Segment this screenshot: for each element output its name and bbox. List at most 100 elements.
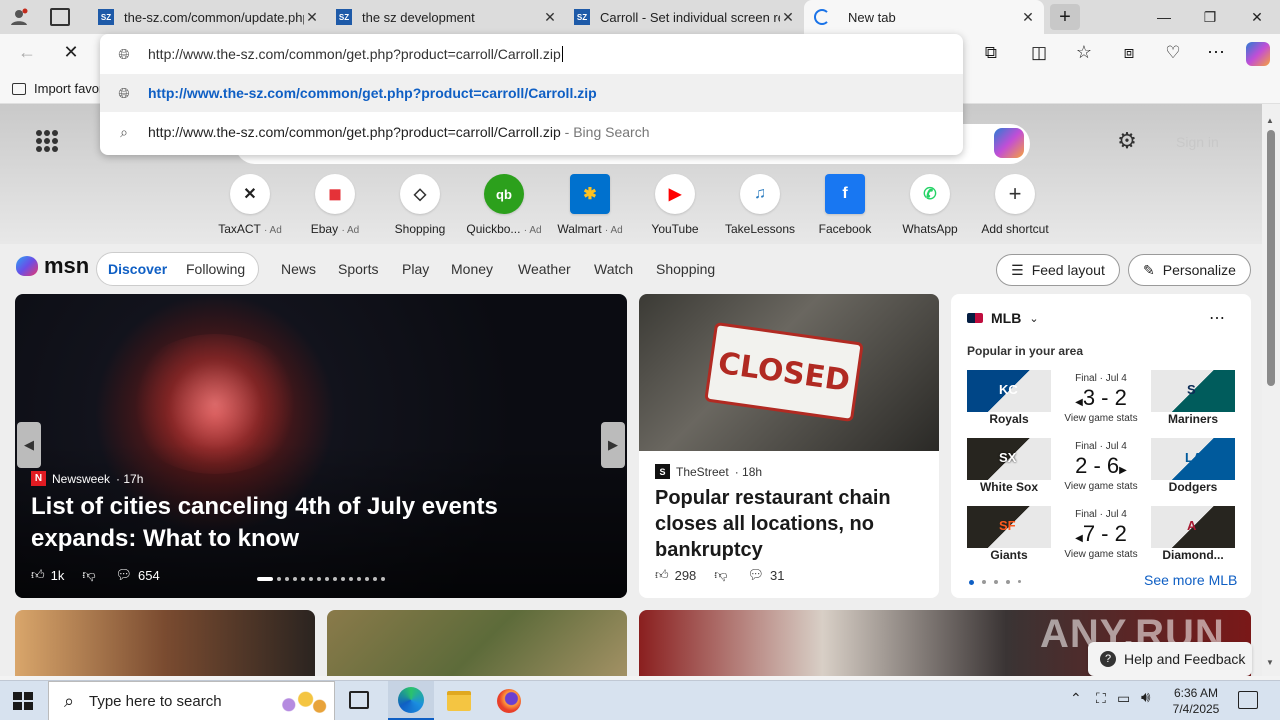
- like-icon[interactable]: 👍︎: [655, 567, 669, 583]
- split-screen-icon[interactable]: ◫: [1028, 43, 1050, 65]
- view-game-stats-link[interactable]: View game stats: [1051, 413, 1151, 424]
- tab-update-php[interactable]: SZ the-sz.com/common/update.php ✕: [88, 0, 328, 34]
- story-card[interactable]: CLOSED S TheStreet · 18h Popular restaur…: [639, 294, 939, 598]
- shortcut-shopping[interactable]: ◇ Shopping: [378, 174, 462, 236]
- show-hidden-icons[interactable]: ⌃: [1070, 690, 1082, 707]
- shortcut-whatsapp[interactable]: ✆ WhatsApp: [888, 174, 972, 236]
- suggestion-url-row[interactable]: 🌐︎ http://www.the-sz.com/common/get.php?…: [100, 74, 963, 112]
- see-more-mlb-link[interactable]: See more MLB: [1144, 572, 1237, 588]
- shortcut-facebook[interactable]: f Facebook: [803, 174, 887, 236]
- comment-icon[interactable]: 💬︎: [748, 567, 765, 583]
- nav-money[interactable]: Money: [451, 261, 493, 277]
- restore-button[interactable]: ❐: [1187, 0, 1233, 34]
- closed-sign: CLOSED: [704, 321, 864, 423]
- file-explorer-icon[interactable]: [447, 691, 471, 711]
- import-favorites-link[interactable]: Import favor: [12, 81, 103, 96]
- address-bar[interactable]: 🌐︎ http://www.the-sz.com/common/get.php?…: [100, 34, 963, 74]
- start-button[interactable]: [13, 692, 33, 710]
- game-row[interactable]: KC S Royals Mariners Final · Jul 4 ◀3 - …: [967, 370, 1235, 428]
- shortcut-takelessons[interactable]: ♫ TakeLessons: [718, 174, 802, 236]
- nav-play[interactable]: Play: [402, 261, 429, 277]
- taskbar-search[interactable]: ⌕ Type here to search: [48, 681, 335, 720]
- favorites-star-icon[interactable]: ☆: [1073, 42, 1095, 64]
- page-settings-gear-icon[interactable]: ⚙: [1114, 128, 1140, 154]
- home-team-name: Giants: [990, 548, 1028, 562]
- shortcut-walmart[interactable]: ✱ Walmart · Ad: [548, 174, 632, 236]
- profile-icon[interactable]: [6, 5, 32, 29]
- address-input[interactable]: http://www.the-sz.com/common/get.php?pro…: [148, 46, 563, 62]
- copilot-search-icon[interactable]: [994, 128, 1024, 158]
- story-title[interactable]: Popular restaurant chain closes all loca…: [655, 485, 915, 563]
- dislike-icon[interactable]: 👎︎: [714, 567, 727, 583]
- volume-icon[interactable]: 🔊︎: [1141, 689, 1150, 706]
- clock[interactable]: 6:36 AM 7/4/2025: [1168, 685, 1224, 717]
- settings-more-icon[interactable]: ⋯: [1205, 42, 1227, 64]
- nav-sports[interactable]: Sports: [338, 261, 378, 277]
- feed-layout-button[interactable]: ☰ Feed layout: [996, 254, 1120, 286]
- sign-in-link[interactable]: Sign in: [1176, 134, 1219, 150]
- minimize-button[interactable]: —: [1141, 0, 1187, 34]
- carousel-prev-button[interactable]: ◀: [17, 422, 41, 468]
- task-view-icon[interactable]: [349, 691, 369, 709]
- firefox-icon[interactable]: [497, 689, 521, 713]
- notifications-icon[interactable]: [1238, 691, 1258, 709]
- mlb-header[interactable]: MLB ⌄: [967, 310, 1039, 326]
- view-game-stats-link[interactable]: View game stats: [1051, 549, 1151, 560]
- tab-new-tab[interactable]: New tab ✕: [804, 0, 1044, 34]
- shortcut-taxact[interactable]: ✕ TaxACT · Ad: [208, 174, 292, 236]
- ad-label: · Ad: [264, 225, 282, 236]
- tab-carroll[interactable]: SZ Carroll - Set individual screen reso …: [564, 0, 804, 34]
- game-row[interactable]: SF A Giants Diamond... Final · Jul 4 ◀7 …: [967, 506, 1235, 564]
- nav-weather[interactable]: Weather: [518, 261, 571, 277]
- extensions-icon[interactable]: ⧉: [980, 43, 1002, 65]
- nav-following[interactable]: Following: [186, 261, 245, 277]
- close-tab-icon[interactable]: ✕: [1020, 9, 1036, 26]
- network-icon[interactable]: ▭: [1117, 690, 1130, 707]
- comment-icon[interactable]: 💬︎: [116, 567, 133, 583]
- edge-taskbar-icon[interactable]: [388, 681, 434, 720]
- nav-shopping[interactable]: Shopping: [656, 261, 715, 277]
- shortcut-ebay[interactable]: ◼ Ebay · Ad: [293, 174, 377, 236]
- tab-sz-development[interactable]: SZ the sz development ✕: [326, 0, 566, 34]
- close-tab-icon[interactable]: ✕: [780, 9, 796, 26]
- personalize-button[interactable]: ✎ Personalize: [1128, 254, 1251, 286]
- suggestion-search-row[interactable]: ⌕ http://www.the-sz.com/common/get.php?p…: [100, 112, 963, 152]
- page-scrollbar[interactable]: ▲ ▼: [1262, 104, 1280, 676]
- shortcut-quickbooks[interactable]: qb Quickbo... · Ad: [462, 174, 546, 236]
- like-icon[interactable]: 👍︎: [31, 567, 45, 583]
- more-options-icon[interactable]: ⋯: [1209, 308, 1225, 328]
- browser-essentials-icon[interactable]: ♡: [1162, 43, 1184, 65]
- scroll-down-icon[interactable]: ▼: [1266, 658, 1274, 667]
- new-tab-button[interactable]: +: [1050, 4, 1080, 30]
- help-feedback-button[interactable]: ? Help and Feedback: [1088, 642, 1252, 676]
- suggestion-url: http://www.the-sz.com/common/get.php?pro…: [148, 85, 597, 101]
- tab-actions-icon[interactable]: [50, 8, 70, 26]
- hero-title[interactable]: List of cities canceling 4th of July eve…: [31, 491, 591, 555]
- feed-card-game-ad[interactable]: [327, 610, 627, 676]
- nav-news[interactable]: News: [281, 261, 316, 277]
- back-button[interactable]: ←: [14, 42, 40, 66]
- nav-discover[interactable]: Discover: [108, 261, 167, 277]
- apps-launcher-icon[interactable]: [36, 130, 58, 152]
- nav-watch[interactable]: Watch: [594, 261, 633, 277]
- network-app-icon[interactable]: ⛶: [1096, 690, 1106, 707]
- collections-icon[interactable]: ⧈: [1118, 43, 1140, 65]
- dislike-icon[interactable]: 👎︎: [82, 567, 95, 583]
- hero-card[interactable]: ◀ ▶ N Newsweek · 17h List of cities canc…: [15, 294, 627, 598]
- shortcut-youtube[interactable]: ▶ YouTube: [633, 174, 717, 236]
- stop-loading-button[interactable]: ✕: [58, 42, 84, 66]
- feed-card-photo-1[interactable]: [15, 610, 315, 676]
- copilot-icon[interactable]: [1246, 42, 1270, 66]
- close-tab-icon[interactable]: ✕: [542, 9, 558, 26]
- carousel-next-button[interactable]: ▶: [601, 422, 625, 468]
- shortcut-add[interactable]: + Add shortcut: [973, 174, 1057, 236]
- scroll-up-icon[interactable]: ▲: [1266, 116, 1274, 125]
- close-window-button[interactable]: ✕: [1234, 0, 1280, 34]
- search-icon: ⌕: [120, 123, 128, 140]
- view-game-stats-link[interactable]: View game stats: [1051, 481, 1151, 492]
- msn-logo[interactable]: msn: [16, 253, 89, 279]
- close-tab-icon[interactable]: ✕: [304, 9, 320, 26]
- scrollbar-thumb[interactable]: [1267, 130, 1275, 386]
- ad-label: · Ad: [341, 225, 360, 236]
- game-row[interactable]: SX LA White Sox Dodgers Final · Jul 4 2 …: [967, 438, 1235, 496]
